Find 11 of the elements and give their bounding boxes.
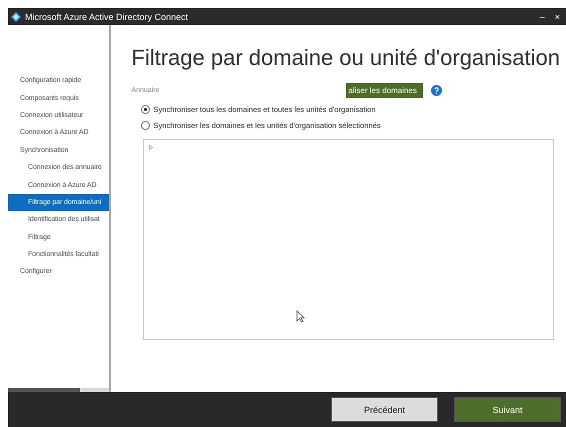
next-button[interactable]: Suivant xyxy=(454,397,561,422)
back-button[interactable]: Précédent xyxy=(331,397,438,422)
minimize-button[interactable]: – xyxy=(540,12,545,22)
page-title: Filtrage par domaine ou unité d'organisation xyxy=(131,45,560,71)
help-icon[interactable] xyxy=(430,85,442,96)
diamond-logo-icon xyxy=(11,12,21,22)
close-button[interactable]: × xyxy=(554,12,560,22)
refresh-domains-button[interactable]: aliser les domaines xyxy=(346,83,423,98)
mouse-pointer-icon xyxy=(296,310,306,323)
horizontal-scrollbar[interactable] xyxy=(8,388,110,392)
window-title: Microsoft Azure Active Directory Connect xyxy=(25,12,190,22)
